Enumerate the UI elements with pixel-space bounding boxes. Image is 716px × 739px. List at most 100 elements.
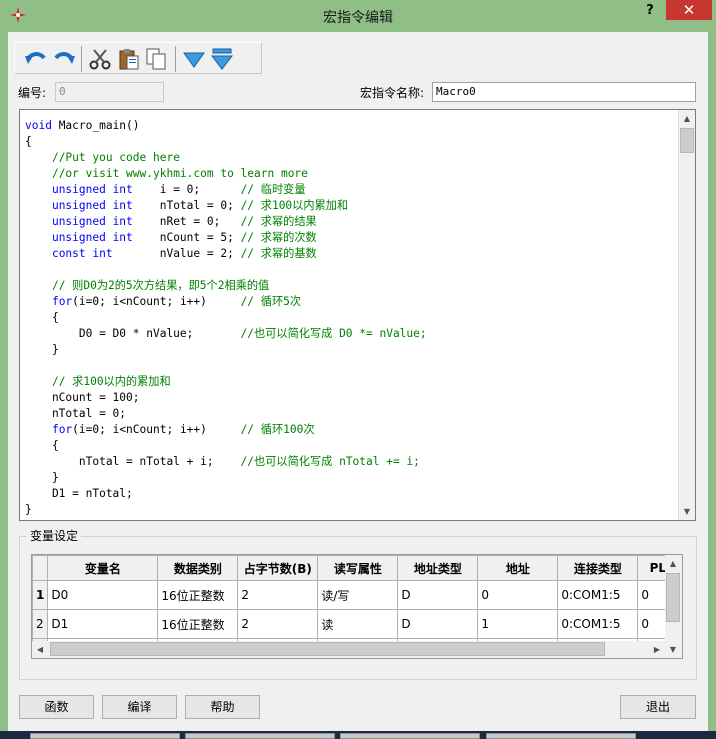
code-line: for(i=0; i<nCount; i++) // 循环5次 (25, 294, 427, 310)
column-header[interactable]: 地址类型 (397, 555, 479, 581)
help-button[interactable]: 帮助 (185, 695, 260, 719)
redo-icon[interactable] (51, 46, 77, 72)
code-line: // 则D0为2的5次方结果，即5个2相乘的值 (25, 278, 427, 294)
code-comment: // 求幂的结果 (240, 215, 317, 228)
grid-horizontal-scrollbar[interactable]: ◀ ▶ (32, 641, 666, 658)
taskbar-item[interactable] (340, 733, 480, 739)
find-next-icon[interactable] (209, 46, 235, 72)
table-cell[interactable]: D1 (47, 609, 159, 639)
scroll-thumb[interactable] (666, 573, 680, 622)
scroll-right-icon[interactable]: ▶ (649, 641, 665, 658)
help-icon[interactable]: ? (634, 0, 666, 20)
scroll-up-icon[interactable]: ▲ (679, 110, 695, 127)
code-comment: // 求100以内的累加和 (51, 375, 171, 388)
table-row[interactable]: 2 D1 16位正整数 2 读 D 1 0:COM1:5 0 (32, 609, 679, 639)
scroll-up-icon[interactable]: ▲ (665, 555, 681, 572)
table-cell[interactable]: 读 (317, 609, 399, 639)
macro-name-label: 宏指令名称: (360, 86, 425, 100)
macro-name-field[interactable]: Macro0 (432, 82, 696, 102)
column-header[interactable]: 占字节数(B) (237, 555, 319, 581)
table-cell[interactable]: 16位正整数 (157, 609, 239, 639)
variables-grid[interactable]: 变量名 数据类别 占字节数(B) 读写属性 地址类型 地址 连接类型 PL 1 D0 16位正整数… (31, 554, 683, 659)
code-text: nCount = 100; (25, 391, 140, 404)
row-number[interactable]: 1 (32, 580, 49, 610)
undo-icon[interactable] (23, 46, 49, 72)
taskbar-item[interactable] (30, 733, 180, 739)
code-text: { (25, 311, 59, 324)
code-comment: // 则D0为2的5次方结果，即5个2相乘的值 (51, 279, 270, 292)
paste-icon[interactable] (116, 46, 142, 72)
number-label: 编号: (18, 86, 47, 100)
scroll-thumb[interactable] (50, 642, 605, 656)
exit-button[interactable]: 退出 (620, 695, 696, 719)
table-cell[interactable]: D (397, 580, 479, 610)
code-line: nTotal = 0; (25, 406, 427, 422)
table-cell[interactable]: 1 (477, 609, 559, 639)
column-header[interactable]: 地址 (477, 555, 559, 581)
scroll-down-icon[interactable]: ▼ (665, 641, 681, 658)
code-comment: // 求幂的基数 (240, 247, 317, 260)
cut-icon[interactable] (87, 46, 113, 72)
code-text: D1 = nTotal; (25, 487, 133, 500)
code-line: for(i=0; i<nCount; i++) // 循环100次 (25, 422, 427, 438)
grid-vertical-scrollbar[interactable]: ▲ ▼ (665, 555, 682, 658)
table-cell[interactable]: D (397, 609, 479, 639)
table-cell[interactable]: 2 (237, 609, 319, 639)
scroll-down-icon[interactable]: ▼ (679, 503, 695, 520)
scroll-left-icon[interactable]: ◀ (32, 641, 48, 658)
column-header[interactable]: 连接类型 (557, 555, 639, 581)
title-bar[interactable]: 宏指令编辑 ? ✕ (0, 0, 716, 32)
row-number[interactable]: 2 (32, 609, 49, 639)
code-text: D0 = D0 * nValue; (25, 327, 241, 340)
table-cell[interactable]: 0:COM1:5 (557, 609, 639, 639)
code-line: } (25, 470, 427, 486)
code-text: nTotal = 0; (25, 407, 127, 420)
table-cell[interactable]: 读/写 (317, 580, 399, 610)
table-cell[interactable]: 16位正整数 (157, 580, 239, 610)
code-line: nCount = 100; (25, 390, 427, 406)
code-editor[interactable]: void Macro_main(){ //Put you code here /… (19, 109, 696, 521)
table-cell[interactable]: 0 (477, 580, 559, 610)
find-icon[interactable] (181, 46, 207, 72)
compile-button[interactable]: 编译 (102, 695, 177, 719)
editor-vertical-scrollbar[interactable]: ▲ ▼ (678, 110, 695, 520)
function-button[interactable]: 函数 (19, 695, 94, 719)
code-keyword: unsigned int (51, 215, 133, 228)
column-header[interactable]: 数据类别 (157, 555, 239, 581)
code-line: D0 = D0 * nValue; //也可以简化写成 D0 *= nValue… (25, 326, 427, 342)
table-cell[interactable]: 0:COM1:5 (557, 580, 639, 610)
column-header[interactable]: 变量名 (47, 555, 159, 581)
column-header[interactable]: 读写属性 (317, 555, 399, 581)
code-text: { (25, 135, 32, 148)
copy-icon[interactable] (143, 46, 169, 72)
taskbar-item[interactable] (486, 733, 636, 739)
code-keyword: unsigned int (51, 199, 133, 212)
code-line: unsigned int i = 0; // 临时变量 (25, 182, 427, 198)
code-text: i = 0; (132, 183, 241, 196)
taskbar (0, 731, 716, 739)
table-cell[interactable]: 2 (237, 580, 319, 610)
code-text[interactable]: void Macro_main(){ //Put you code here /… (25, 118, 427, 518)
table-cell[interactable]: D0 (47, 580, 159, 610)
code-comment: // 循环5次 (240, 295, 302, 308)
code-text: (i=0; i<nCount; i++) (72, 295, 241, 308)
code-keyword: for (51, 423, 73, 436)
code-comment: //Put you code here (51, 151, 180, 164)
code-line: } (25, 502, 427, 518)
code-line: const int nValue = 2; // 求幂的基数 (25, 246, 427, 262)
variables-group-title: 变量设定 (27, 527, 82, 544)
table-row[interactable]: 1 D0 16位正整数 2 读/写 D 0 0:COM1:5 0 (32, 580, 679, 610)
code-text: nValue = 2; (112, 247, 241, 260)
taskbar-item[interactable] (185, 733, 335, 739)
close-button[interactable]: ✕ (666, 0, 712, 20)
code-line: } (25, 342, 427, 358)
scroll-thumb[interactable] (680, 128, 694, 153)
